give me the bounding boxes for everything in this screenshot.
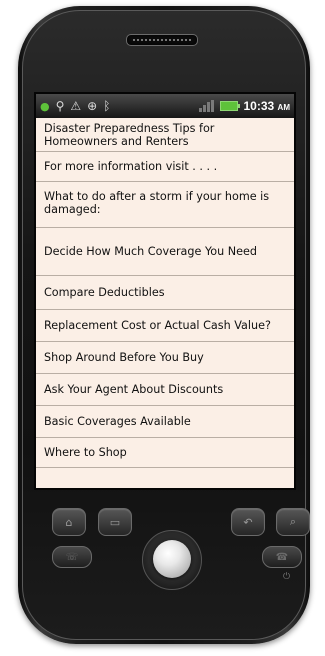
list-item[interactable]: Where to Shop: [36, 438, 294, 468]
menu-list: Disaster Preparedness Tips for Homeowner…: [36, 118, 294, 468]
end-call-button[interactable]: ☎: [262, 546, 302, 568]
bluetooth-icon: ᛒ: [103, 99, 111, 113]
power-icon: ⏻: [283, 572, 291, 582]
back-icon: ↶: [243, 515, 253, 529]
phone-screen: ● ⚲ ⚠ ⊕ ᛒ 10:33 AM Disaster Preparedness…: [34, 92, 296, 490]
search-icon: ⌕: [289, 515, 297, 528]
notification-icon: ●: [40, 99, 50, 113]
battery-icon: [219, 101, 240, 111]
list-item[interactable]: What to do after a storm if your home is…: [36, 182, 294, 228]
phone-icon: ☏: [65, 551, 79, 563]
list-item[interactable]: For more information visit . . . .: [36, 152, 294, 182]
list-item[interactable]: Ask Your Agent About Discounts: [36, 374, 294, 406]
status-bar: ● ⚲ ⚠ ⊕ ᛒ 10:33 AM: [36, 94, 294, 118]
list-item[interactable]: Disaster Preparedness Tips for Homeowner…: [36, 118, 294, 152]
list-item[interactable]: Basic Coverages Available: [36, 406, 294, 438]
list-item[interactable]: Compare Deductibles: [36, 276, 294, 310]
home-button[interactable]: ⌂: [52, 508, 86, 536]
back-button[interactable]: ↶: [231, 508, 265, 536]
earpiece-speaker: [126, 34, 198, 46]
status-clock: 10:33 AM: [243, 99, 291, 113]
signal-icon: [198, 100, 214, 112]
list-item[interactable]: Shop Around Before You Buy: [36, 342, 294, 374]
usb-icon: ⚲: [55, 99, 65, 113]
warning-icon: ⚠: [70, 99, 82, 113]
call-button[interactable]: ☏: [52, 546, 92, 568]
home-icon: ⌂: [65, 515, 73, 529]
list-item[interactable]: Replacement Cost or Actual Cash Value?: [36, 310, 294, 342]
gps-icon: ⊕: [87, 99, 98, 113]
trackball[interactable]: [153, 540, 191, 578]
menu-icon: ▭: [109, 515, 121, 529]
end-call-icon: ☎: [275, 551, 289, 563]
list-item[interactable]: Decide How Much Coverage You Need: [36, 228, 294, 276]
menu-button[interactable]: ▭: [98, 508, 132, 536]
search-button[interactable]: ⌕: [276, 508, 310, 536]
